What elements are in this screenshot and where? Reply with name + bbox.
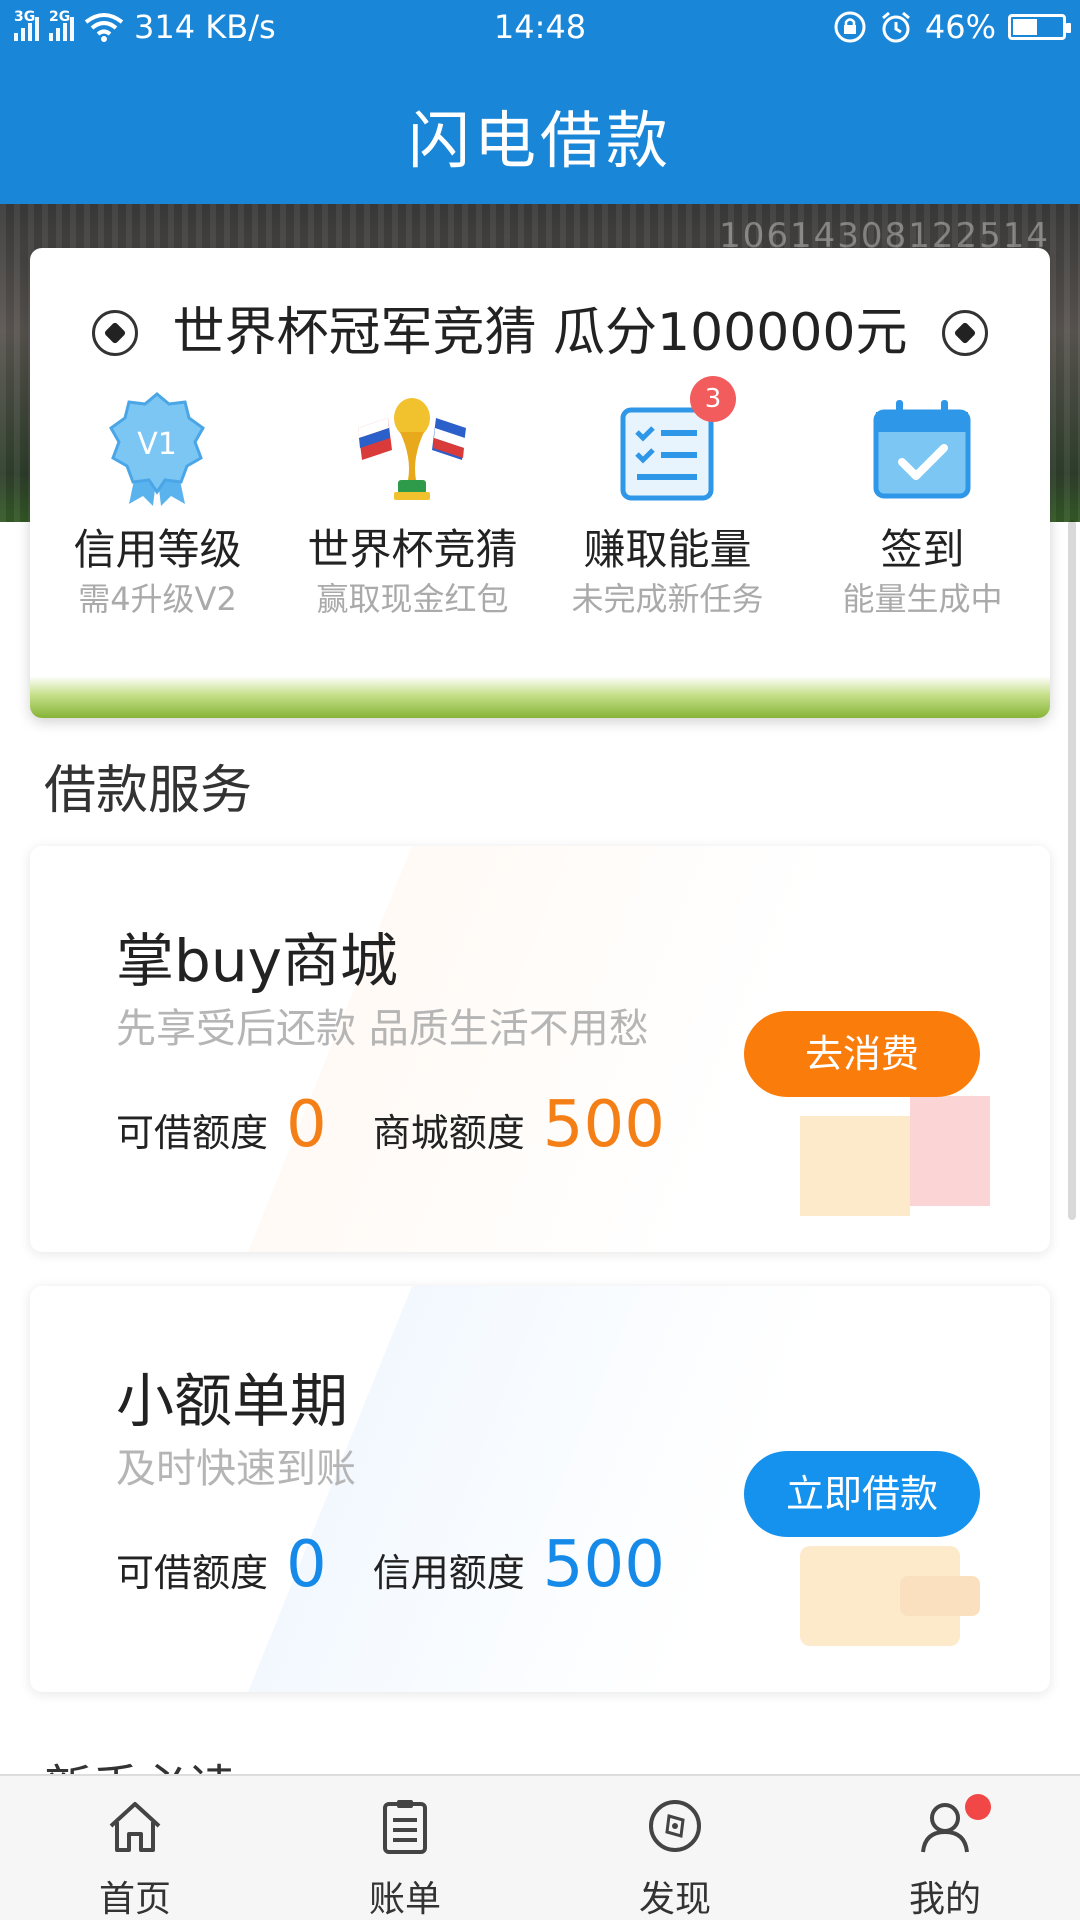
nav-label: 发现 [638,1879,711,1920]
alarm-icon [881,11,910,43]
wallet-illustration [800,1546,980,1646]
go-shopping-button[interactable]: 去消费 [744,1011,980,1097]
status-bar: 3G 2G 314 KB/s 14:48 46% [0,0,1080,56]
feature-world-cup-guess[interactable]: 世界杯竞猜 赢取现金红包 [285,388,540,638]
nav-label: 账单 [368,1879,441,1920]
nav-item-mine[interactable]: 我的 [810,1776,1080,1920]
feature-title: 信用等级 [73,525,242,574]
battery-fill [1013,19,1037,35]
bottom-nav: 首页 账单 发现 我的 [0,1774,1080,1920]
mall-quota-label: 商城额度 [372,1111,525,1155]
service-title: 小额单期 [116,1367,349,1435]
quota-row: 可借额度 0 信用额度 500 [116,1528,711,1602]
service-card-small-loan[interactable]: 小额单期 及时快速到账 可借额度 0 信用额度 500 立即借款 [30,1286,1050,1692]
available-quota-label: 可借额度 [116,1551,269,1595]
v1-medal-icon: V1 [109,392,205,506]
nav-label: 首页 [98,1879,171,1920]
rotation-lock-icon [834,11,866,43]
scrollbar[interactable] [1068,520,1076,1220]
service-title: 掌buy商城 [116,927,398,995]
credit-quota-value: 500 [542,1528,665,1602]
feature-subtitle: 赢取现金红包 [316,580,509,618]
compass-icon [649,1800,701,1852]
section-title-loan-services: 借款服务 [44,761,253,821]
nav-item-bills[interactable]: 账单 [270,1776,540,1920]
feature-subtitle: 未完成新任务 [571,580,764,618]
world-cup-trophy-icon [358,398,466,500]
home-icon [109,1802,161,1852]
shopping-bags-illustration [800,1096,990,1216]
battery-percent: 46% [924,8,996,46]
feature-title: 世界杯竞猜 [307,525,518,574]
quota-row: 可借额度 0 商城额度 500 [116,1088,711,1162]
status-right: 46% [833,8,1071,46]
feature-check-in[interactable]: 签到 能量生成中 [795,388,1050,638]
notification-badge: 3 [690,376,736,422]
calendar-check-icon [873,400,971,499]
page-title: 闪电借款 [407,104,672,177]
borrow-now-button[interactable]: 立即借款 [744,1451,980,1537]
bill-icon [383,1800,427,1854]
nav-item-discover[interactable]: 发现 [540,1776,810,1920]
service-card-shop[interactable]: 掌buy商城 先享受后还款 品质生活不用愁 可借额度 0 商城额度 500 去消… [30,846,1050,1252]
world-cup-promo-card[interactable]: 世界杯冠军竞猜 瓜分100000元 V1 信用等级 需4升级V2 世界杯竞猜 赢… [30,248,1050,718]
mall-quota-value: 500 [542,1088,665,1162]
feature-subtitle: 能量生成中 [842,580,1003,618]
feature-credit-level[interactable]: V1 信用等级 需4升级V2 [30,388,285,638]
feature-title: 赚取能量 [583,525,752,574]
promo-title-row: 世界杯冠军竞猜 瓜分100000元 [30,290,1050,365]
service-subtitle: 先享受后还款 品质生活不用愁 [116,1006,649,1052]
grass-decoration [30,676,1050,718]
battery-icon [1008,14,1071,40]
available-quota-value: 0 [286,1088,327,1162]
feature-earn-energy[interactable]: 3 赚取能量 未完成新任务 [540,376,795,638]
feature-title: 签到 [880,525,965,574]
nav-item-home[interactable]: 首页 [0,1776,270,1920]
credit-quota-label: 信用额度 [372,1551,525,1595]
available-quota-value: 0 [286,1528,327,1602]
svg-text:V1: V1 [137,427,177,462]
promo-title: 世界杯冠军竞猜 瓜分100000元 [172,303,908,363]
feature-subtitle: 需4升级V2 [78,580,237,618]
nav-label: 我的 [908,1879,981,1920]
available-quota-label: 可借额度 [116,1111,269,1155]
notification-dot [965,1794,991,1820]
feature-row: V1 信用等级 需4升级V2 世界杯竞猜 赢取现金红包 3 赚取能量 未完成新任… [30,376,1050,638]
soccer-ball-icon [941,310,988,356]
top-bar: 3G 2G 314 KB/s 14:48 46% 闪电借款 [0,0,1080,204]
service-subtitle: 及时快速到账 [116,1446,356,1492]
soccer-ball-icon [92,310,139,356]
